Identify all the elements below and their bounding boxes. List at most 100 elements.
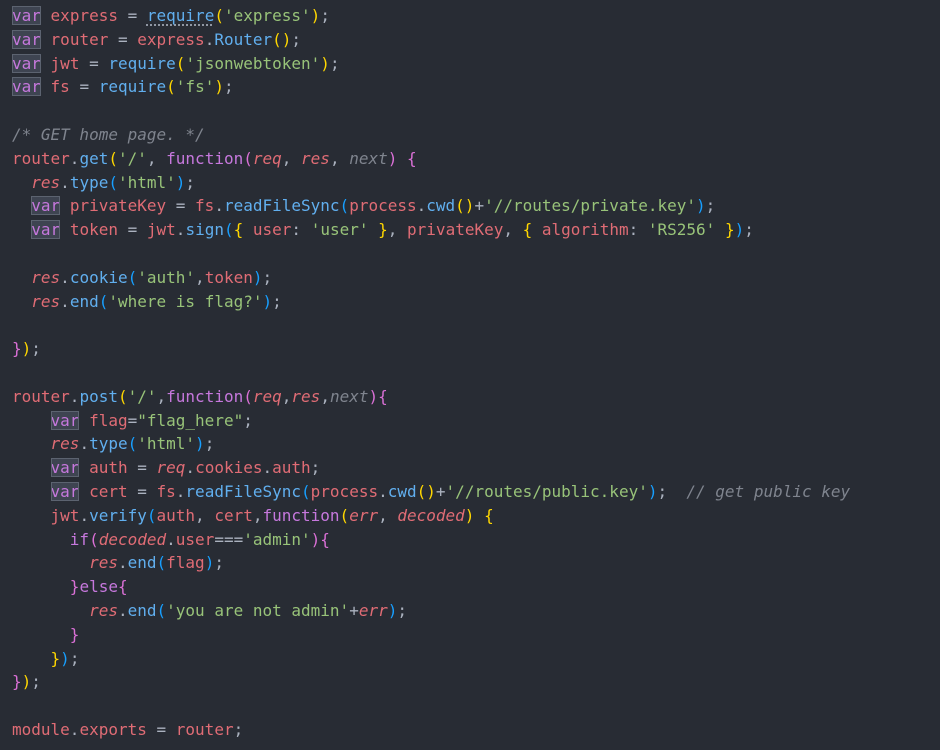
identifier-token: flag (166, 553, 205, 573)
code-line[interactable]: var router = express.Router(); (12, 28, 850, 52)
punctuation-token (12, 530, 70, 549)
punctuation-token: . (262, 458, 273, 478)
punctuation-token: , (156, 386, 167, 406)
bracket-token: ( (243, 386, 253, 406)
punctuation-token (41, 6, 51, 25)
code-line[interactable]: res.type('html'); (12, 171, 850, 195)
bracket-token: ( (156, 553, 167, 573)
code-line[interactable]: router.post('/',function(req,res,next){ (12, 385, 850, 409)
code-line[interactable]: }); (12, 670, 850, 694)
punctuation-token (532, 220, 542, 239)
code-line[interactable] (12, 694, 850, 718)
code-line[interactable]: if(decoded.user==='admin'){ (12, 528, 850, 552)
punctuation-token: + (474, 196, 485, 216)
punctuation-token: ; (310, 458, 321, 478)
code-line[interactable]: jwt.verify(auth, cert,function(err, deco… (12, 504, 850, 528)
function-token: verify (89, 505, 147, 525)
code-line[interactable]: var fs = require('fs'); (12, 75, 850, 99)
property-token: algorithm (541, 220, 629, 240)
punctuation-token: , (320, 386, 330, 406)
code-line[interactable]: var token = jwt.sign({ user: 'user' }, p… (12, 218, 850, 242)
code-line[interactable]: } (12, 623, 850, 647)
keyword-token: if (69, 529, 90, 549)
punctuation-token (60, 220, 70, 239)
code-line[interactable] (12, 99, 850, 123)
code-line[interactable]: }else{ (12, 575, 850, 599)
function-token: end (69, 291, 99, 311)
bracket-token: ) (204, 553, 215, 573)
bracket-token: ) (60, 648, 70, 668)
parameter-token: req (156, 458, 186, 478)
punctuation-token: , (378, 505, 398, 525)
code-line[interactable]: var flag="flag_here"; (12, 409, 850, 433)
bracket-token: ( (127, 434, 138, 454)
code-line[interactable]: res.end('you are not admin'+err); (12, 599, 850, 623)
bracket-token: ) (387, 148, 398, 168)
bracket-token: ) (368, 386, 379, 406)
function-token: type (69, 172, 109, 192)
bracket-token: ) (320, 53, 330, 73)
code-line[interactable]: module.exports = router; (12, 718, 850, 742)
identifier-token: flag (89, 410, 128, 430)
punctuation-token: = (117, 220, 147, 240)
code-line[interactable]: res.cookie('auth',token); (12, 266, 850, 290)
string-token: 'html' (117, 172, 176, 192)
punctuation-token: ; (31, 672, 41, 692)
unused-parameter-token: next (329, 386, 369, 406)
punctuation-token: , (146, 148, 167, 168)
punctuation-token: . (117, 553, 128, 573)
code-line[interactable] (12, 242, 850, 266)
code-line[interactable]: /* GET home page. */ (12, 123, 850, 147)
identifier-token: exports (79, 719, 147, 739)
punctuation-token (368, 220, 378, 239)
string-token: 'auth' (137, 267, 196, 287)
var-keyword-token: var (31, 220, 61, 240)
bracket-token: { (378, 386, 388, 406)
code-line[interactable]: var privateKey = fs.readFileSync(process… (12, 194, 850, 218)
code-editor[interactable]: var express = require('express'); var rou… (0, 0, 940, 750)
bracket-token: ( (223, 220, 234, 240)
punctuation-token (12, 173, 31, 192)
bracket-token: ) (262, 291, 273, 311)
bracket-token: ( (339, 196, 350, 216)
code-line[interactable]: router.get('/', function(req, res, next)… (12, 147, 850, 171)
parameter-token: err (358, 600, 388, 620)
identifier-token: router (175, 719, 234, 739)
bracket-token: ) (195, 434, 205, 454)
punctuation-token (12, 601, 89, 620)
punctuation-token (12, 411, 51, 430)
punctuation-token: ; (233, 719, 244, 739)
parameter-token: res (291, 386, 321, 406)
string-token: 'express' (223, 6, 311, 25)
identifier-token: cookies (195, 458, 263, 478)
code-line[interactable]: }); (12, 647, 850, 671)
code-line[interactable] (12, 313, 850, 337)
bracket-token: ( (98, 291, 109, 311)
code-line[interactable]: res.type('html'); (12, 432, 850, 456)
code-line[interactable]: var auth = req.cookies.auth; (12, 456, 850, 480)
function-token: end (127, 553, 157, 573)
punctuation-token: . (117, 600, 128, 620)
code-content[interactable]: var express = require('express'); var rou… (12, 4, 850, 742)
punctuation-token (12, 268, 31, 287)
identifier-token: token (204, 267, 253, 287)
punctuation-token (12, 553, 89, 572)
punctuation-token: . (185, 458, 196, 478)
bracket-token: ( (301, 481, 311, 501)
code-line[interactable]: }); (12, 337, 850, 361)
code-line[interactable]: res.end('where is flag?'); (12, 290, 850, 314)
function-token: require (146, 6, 215, 25)
code-line[interactable]: var express = require('express'); (12, 4, 850, 28)
code-line[interactable]: res.end(flag); (12, 551, 850, 575)
punctuation-token: , (281, 386, 292, 406)
parameter-token: decoded (98, 529, 167, 549)
code-line[interactable]: var jwt = require('jsonwebtoken'); (12, 52, 850, 76)
code-line[interactable] (12, 361, 850, 385)
identifier-token: fs (50, 77, 70, 97)
parameter-token: res (89, 600, 118, 620)
punctuation-token: . (60, 172, 70, 192)
code-line[interactable]: var cert = fs.readFileSync(process.cwd()… (12, 480, 850, 504)
punctuation-token: ; (320, 6, 330, 25)
bracket-token: { (117, 577, 128, 597)
punctuation-token (474, 506, 484, 525)
